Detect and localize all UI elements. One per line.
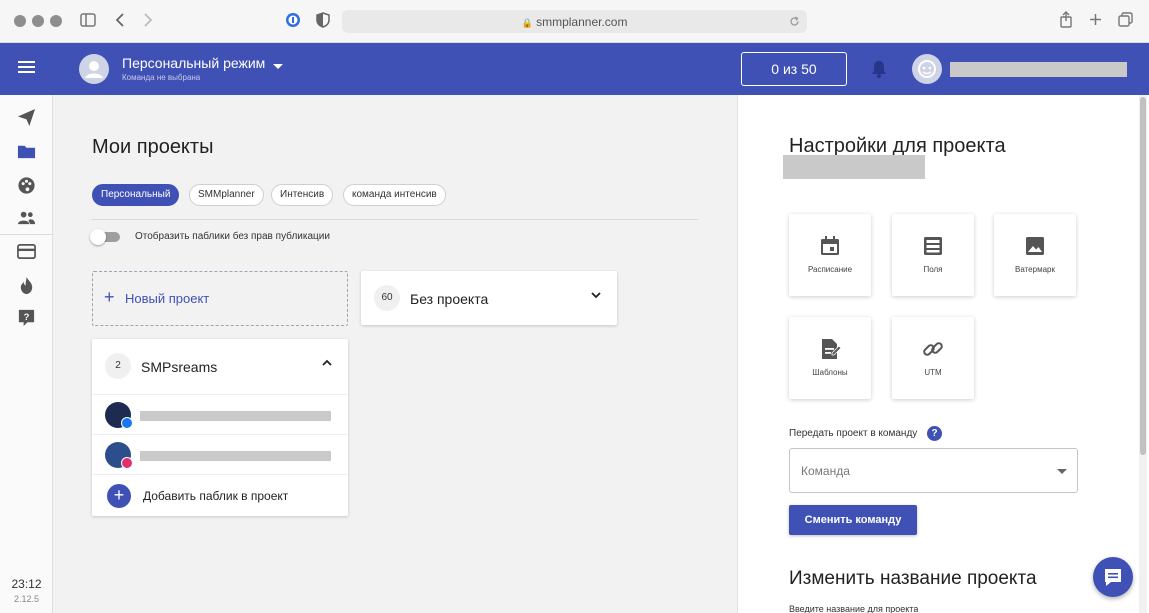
count-badge: 60: [374, 285, 400, 311]
fields-icon: [924, 237, 942, 255]
chevron-up-icon[interactable]: [322, 358, 332, 368]
menu-icon[interactable]: [18, 61, 35, 73]
clock-time: 23:12: [11, 577, 42, 591]
image-icon: [1026, 237, 1044, 255]
reload-icon[interactable]: [789, 16, 800, 27]
mode-avatar: [79, 54, 109, 84]
back-icon[interactable]: [115, 13, 125, 27]
tile-utm[interactable]: UTM: [892, 317, 974, 399]
tile-label: Поля: [923, 265, 943, 274]
send-icon[interactable]: [17, 108, 36, 127]
calendar-icon: [821, 236, 839, 255]
change-team-button[interactable]: Сменить команду: [789, 505, 917, 535]
template-icon: [822, 339, 841, 359]
chip-smmplanner[interactable]: SMMplanner: [189, 184, 264, 206]
count-badge: 2: [105, 353, 131, 379]
chip-team-intensive[interactable]: команда интенсив: [343, 184, 446, 206]
account-name-redacted: [140, 411, 331, 421]
rename-title: Изменить название проекта: [789, 568, 1037, 589]
tile-label: Расписание: [807, 265, 853, 274]
help-icon[interactable]: ?: [927, 426, 942, 441]
tile-watermark[interactable]: Ватермарк: [994, 214, 1076, 296]
svg-text:?: ?: [24, 312, 30, 323]
forward-icon[interactable]: [143, 13, 153, 27]
link-icon: [923, 342, 943, 356]
chip-personal[interactable]: Персональный: [92, 184, 180, 206]
user-name-redacted: [950, 62, 1127, 77]
chevron-down-icon[interactable]: [591, 290, 601, 300]
project-card: 2 SMPsreams + Добавить паблик в проект: [92, 339, 348, 516]
mode-title[interactable]: Персональный режим: [122, 55, 265, 71]
people-icon[interactable]: [17, 208, 36, 227]
rename-label: Введите название для проекта: [789, 604, 919, 613]
new-tab-icon[interactable]: [1089, 13, 1102, 26]
left-nav: ? 23:12 2.12.5: [0, 95, 53, 613]
toggle-knob[interactable]: [90, 229, 106, 245]
page-title: Мои проекты: [92, 136, 214, 158]
lock-icon: 🔒: [521, 18, 533, 28]
mode-subtitle: Команда не выбрана: [122, 73, 201, 82]
card-icon[interactable]: [17, 242, 36, 261]
user-icon: [85, 61, 103, 78]
project-name-redacted: [783, 155, 925, 179]
tile-schedule[interactable]: Расписание: [789, 214, 871, 296]
help-icon[interactable]: ?: [17, 308, 36, 327]
zoom-window-button[interactable]: [50, 15, 62, 27]
face-icon: [918, 60, 936, 78]
share-icon[interactable]: [1059, 11, 1073, 28]
address-bar[interactable]: 🔒 smmplanner.com: [342, 10, 807, 33]
tile-fields[interactable]: Поля: [892, 214, 974, 296]
chip-intensive[interactable]: Интенсив: [271, 184, 334, 206]
chevron-down-icon[interactable]: [273, 64, 283, 69]
chat-button[interactable]: [1093, 557, 1133, 597]
tile-label: UTM: [924, 368, 942, 377]
team-select[interactable]: Команда: [789, 448, 1078, 493]
project-settings-panel: Настройки для проекта Расписание Поля Ва…: [737, 95, 1149, 613]
chevron-down-icon: [1057, 469, 1067, 474]
url-text: 🔒 smmplanner.com: [521, 15, 628, 29]
project-title[interactable]: SMPsreams: [141, 359, 217, 375]
close-window-button[interactable]: [14, 15, 26, 27]
minimize-window-button[interactable]: [32, 15, 44, 27]
team-select-placeholder: Команда: [801, 464, 850, 478]
divider: [92, 219, 698, 220]
password-icon[interactable]: [285, 12, 301, 28]
new-project-label: Новый проект: [125, 291, 210, 306]
folder-icon[interactable]: [17, 142, 36, 161]
scrollbar-thumb[interactable]: [1140, 97, 1146, 455]
projects-area: Мои проекты Персональный SMMplanner Инте…: [53, 95, 737, 613]
toggle-label: Отобразить паблики без прав публикации: [135, 231, 330, 242]
add-account-label: Добавить паблик в проект: [143, 489, 289, 503]
bell-icon[interactable]: [871, 60, 887, 78]
app-version: 2.12.5: [13, 594, 40, 604]
user-avatar[interactable]: [912, 54, 942, 84]
flame-icon[interactable]: [17, 276, 36, 295]
tile-label: Ватермарк: [1015, 265, 1055, 274]
chat-icon: [1105, 569, 1121, 586]
tabs-icon[interactable]: [1118, 12, 1133, 27]
account-name-redacted: [140, 451, 331, 461]
facebook-icon: [121, 417, 133, 429]
instagram-icon: [121, 457, 133, 469]
plus-icon: +: [104, 287, 115, 307]
new-project-button[interactable]: + Новый проект: [92, 271, 348, 326]
tile-templates[interactable]: Шаблоны: [789, 317, 871, 399]
tile-label: Шаблоны: [812, 368, 848, 377]
post-counter-button[interactable]: 0 из 50: [741, 52, 847, 86]
browser-toolbar: 🔒 smmplanner.com: [0, 0, 1149, 43]
add-icon: +: [107, 484, 131, 508]
app-header: Персональный режим Команда не выбрана 0 …: [0, 43, 1149, 95]
sidebar-icon[interactable]: [80, 13, 96, 27]
shield-icon[interactable]: [316, 12, 330, 28]
no-project-title: Без проекта: [410, 291, 489, 307]
palette-icon[interactable]: [17, 176, 36, 195]
transfer-label: Передать проект в команду: [789, 428, 918, 439]
no-project-card[interactable]: 60 Без проекта: [361, 271, 617, 325]
